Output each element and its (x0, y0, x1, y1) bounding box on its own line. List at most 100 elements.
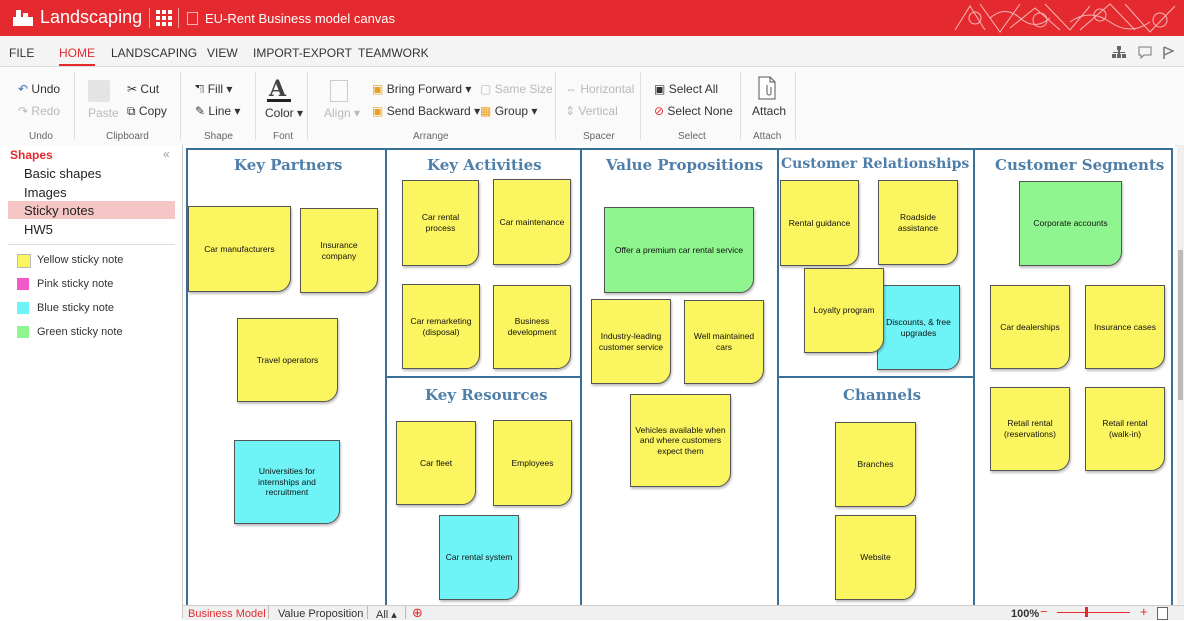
menu-view[interactable]: VIEW (207, 46, 238, 60)
bring-forward-button[interactable]: ▣ Bring Forward ▾ (372, 82, 471, 96)
attach-button[interactable]: Attach (752, 104, 786, 118)
group-label-shape: Shape (204, 131, 233, 142)
divider (255, 72, 256, 140)
cut-label: Cut (140, 82, 160, 96)
zoom-slider-track[interactable] (1057, 612, 1130, 613)
document-title[interactable]: EU-Rent Business model canvas (205, 11, 395, 26)
pink-sticky-note-item[interactable]: Pink sticky note (37, 278, 113, 290)
green-swatch-icon (17, 326, 29, 338)
sticky-note[interactable]: Employees (493, 420, 572, 506)
attach-document-icon (758, 76, 776, 100)
paste-button[interactable]: Paste (88, 106, 119, 120)
blue-swatch-icon (17, 302, 29, 314)
divider (268, 606, 269, 619)
same-size-icon: ▢ (480, 82, 492, 96)
tab-value-proposition[interactable]: Value Proposition (278, 608, 363, 620)
sticky-note[interactable]: Industry-leading customer service (591, 299, 671, 384)
sticky-note[interactable]: Business development (493, 285, 571, 369)
sticky-note[interactable]: Car manufacturers (188, 206, 291, 292)
sticky-note[interactable]: Retail rental (reservations) (990, 387, 1070, 471)
canvas[interactable]: Key Partners Key Activities Key Resource… (183, 145, 1175, 605)
sticky-note[interactable]: Insurance company (300, 208, 378, 293)
select-none-button[interactable]: ⊘ Select None (654, 104, 733, 118)
document-icon (187, 12, 198, 25)
scrollbar-thumb[interactable] (1178, 250, 1183, 400)
org-chart-icon[interactable] (1112, 46, 1126, 58)
zoom-in-icon[interactable]: + (1140, 604, 1148, 619)
sticky-note[interactable]: Retail rental (walk-in) (1085, 387, 1165, 471)
divider (307, 72, 308, 140)
sticky-note[interactable]: Car fleet (396, 421, 476, 505)
group-label-arrange: Arrange (413, 131, 449, 142)
sticky-note[interactable]: Car maintenance (493, 179, 571, 265)
collapse-panel-icon[interactable]: « (163, 147, 170, 161)
sticky-note[interactable]: Travel operators (237, 318, 338, 402)
redo-button[interactable]: ↷ Redo (18, 104, 60, 118)
app-name[interactable]: Landscaping (40, 7, 142, 28)
vertical-spacer-button[interactable]: ⇕ Vertical (565, 104, 618, 118)
sticky-note[interactable]: Discounts, & free upgrades (877, 285, 960, 370)
sticky-note[interactable]: Roadside assistance (878, 180, 958, 265)
sticky-note[interactable]: Car remarketing (disposal) (402, 284, 480, 369)
vertical-scrollbar[interactable] (1177, 145, 1184, 605)
sticky-note[interactable]: Branches (835, 422, 916, 507)
flag-icon[interactable] (1162, 46, 1174, 59)
category-basic-shapes[interactable]: Basic shapes (24, 166, 101, 181)
category-images[interactable]: Images (24, 185, 67, 200)
color-label: Color (265, 106, 294, 120)
menu-file[interactable]: FILE (9, 46, 34, 60)
cut-button[interactable]: ✂ Cut (127, 82, 159, 96)
redo-icon: ↷ (18, 104, 29, 118)
menu-teamwork[interactable]: TEAMWORK (358, 46, 429, 60)
select-all-button[interactable]: ▣ Select All (654, 82, 718, 96)
sticky-note[interactable]: Universities for internships and recruit… (234, 440, 340, 524)
bring-forward-icon: ▣ (372, 82, 384, 96)
decorative-pattern-icon (954, 3, 1176, 33)
zoom-slider-handle[interactable] (1085, 607, 1088, 617)
apps-grid-icon[interactable] (155, 9, 173, 27)
group-label: Group (494, 104, 529, 118)
sticky-note[interactable]: Car rental process (402, 180, 479, 266)
align-button[interactable]: Align ▾ (324, 106, 360, 120)
category-sticky-notes[interactable]: Sticky notes (24, 203, 94, 218)
tab-business-model[interactable]: Business Model (188, 608, 266, 620)
color-button[interactable]: Color ▾ (265, 106, 303, 120)
send-backward-button[interactable]: ▣ Send Backward ▾ (372, 104, 480, 118)
group-icon: ▦ (480, 104, 492, 118)
blue-sticky-note-item[interactable]: Blue sticky note (37, 302, 114, 314)
green-sticky-note-item[interactable]: Green sticky note (37, 326, 123, 338)
sticky-note[interactable]: Loyalty program (804, 268, 884, 353)
zoom-out-icon[interactable]: − (1040, 604, 1048, 619)
pen-icon: ✎ (195, 104, 206, 118)
group-button[interactable]: ▦ Group ▾ (480, 104, 537, 118)
line-button[interactable]: ✎ Line ▾ (195, 104, 240, 118)
tab-all-dropdown[interactable]: All ▴ (376, 608, 397, 621)
same-size-label: Same Size (494, 82, 553, 96)
sticky-note[interactable]: Vehicles available when and where custom… (630, 394, 731, 487)
paint-bucket-icon: ⛠ (195, 82, 205, 96)
copy-button[interactable]: ⧉ Copy (127, 104, 167, 119)
sticky-note[interactable]: Car rental system (439, 515, 519, 600)
sticky-note[interactable]: Car dealerships (990, 285, 1070, 369)
same-size-button[interactable]: ▢ Same Size (480, 82, 553, 96)
sticky-note[interactable]: Corporate accounts (1019, 181, 1122, 266)
line-label: Line (208, 104, 232, 118)
undo-button[interactable]: ↶ Undo (18, 82, 60, 96)
fill-button[interactable]: ⛠ Fill ▾ (195, 82, 232, 98)
sticky-note[interactable]: Rental guidance (780, 180, 859, 266)
sticky-note[interactable]: Offer a premium car rental service (604, 207, 754, 293)
shapes-panel-title: Shapes (10, 148, 53, 162)
category-hw5[interactable]: HW5 (24, 222, 53, 237)
sticky-note[interactable]: Website (835, 515, 916, 600)
fit-page-icon[interactable] (1157, 607, 1168, 620)
menu-home[interactable]: HOME (59, 46, 95, 66)
menu-import-export[interactable]: IMPORT-EXPORT (253, 46, 352, 60)
sticky-note[interactable]: Well maintained cars (684, 300, 764, 384)
landscaping-logo-icon (13, 10, 33, 26)
sticky-note[interactable]: Insurance cases (1085, 285, 1165, 369)
horizontal-spacer-button[interactable]: ⇔ Horizontal (565, 82, 634, 96)
comment-icon[interactable] (1138, 46, 1152, 59)
fill-label: Fill (207, 82, 224, 96)
yellow-sticky-note-item[interactable]: Yellow sticky note (37, 254, 123, 266)
menu-landscaping[interactable]: LANDSCAPING (111, 46, 197, 60)
